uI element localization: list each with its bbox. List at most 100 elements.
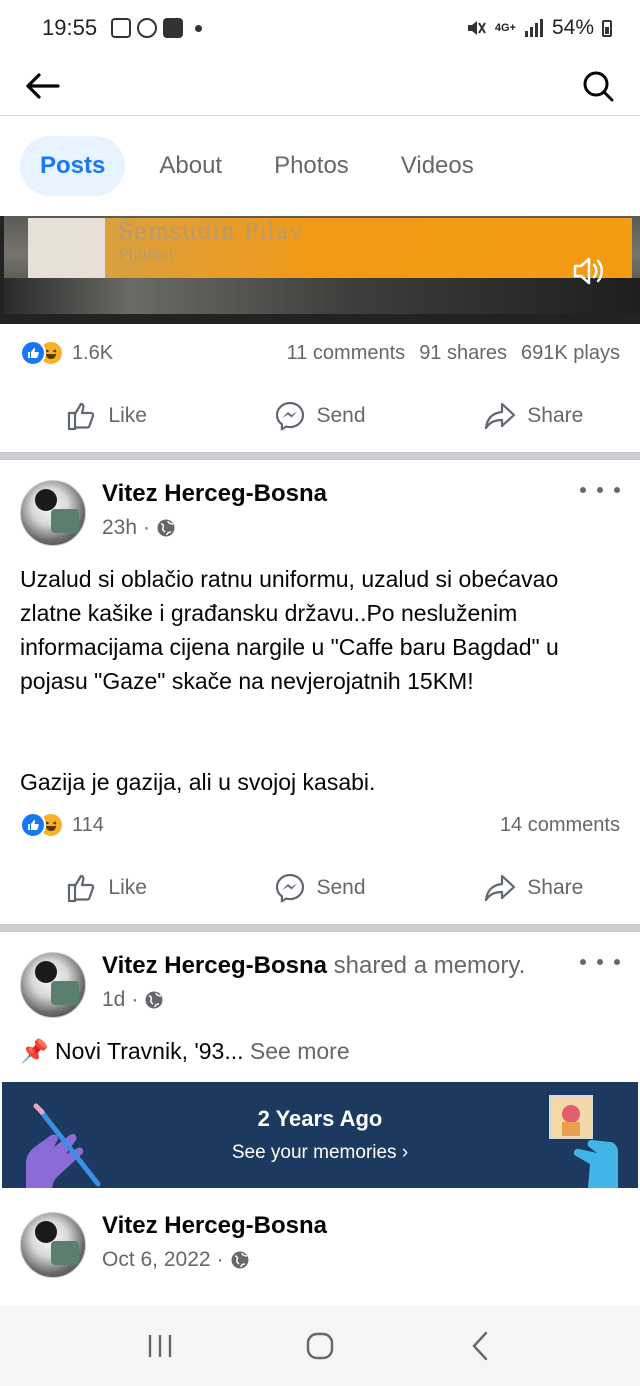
tab-videos[interactable]: Videos (375, 136, 500, 196)
send-button[interactable]: Send (213, 386, 426, 446)
search-icon (583, 71, 614, 102)
post-divider (0, 924, 640, 932)
avatar[interactable] (20, 480, 86, 546)
status-bar: 19:55 4G+ 54% (0, 0, 640, 56)
meta-separator: · (131, 988, 139, 1011)
globe-icon (231, 1251, 249, 1269)
avatar[interactable] (20, 1212, 86, 1278)
post-header: Vitez Herceg-Bosna 23h · (20, 480, 620, 550)
reaction-count: 1.6K (72, 341, 114, 364)
video-bottom (4, 278, 640, 314)
system-nav-bar (0, 1306, 640, 1386)
meta-separator: · (143, 516, 151, 539)
like-button[interactable]: Like (0, 386, 213, 446)
pushpin-icon: 📌 (20, 1038, 49, 1064)
post-author-line: Vitez Herceg-Bosna shared a memory. (102, 952, 525, 980)
home-button[interactable] (290, 1316, 350, 1376)
volume-icon[interactable] (572, 254, 608, 288)
like-label: Like (108, 404, 147, 427)
messenger-icon (276, 873, 305, 903)
send-label: Send (316, 876, 366, 899)
video-player[interactable]: Šemsudin Pilav Pljučici (0, 216, 640, 324)
top-bar (0, 56, 640, 116)
post-author[interactable]: Vitez Herceg-Bosna (102, 480, 327, 508)
reactions[interactable]: 114 (20, 812, 104, 838)
share-button[interactable]: Share (427, 858, 640, 918)
chevron-left-icon (472, 1331, 488, 1361)
send-label: Send (316, 404, 366, 427)
network-type: 4G+ (494, 22, 516, 34)
status-time: 19:55 (42, 15, 98, 40)
more-options-button[interactable] (580, 952, 620, 972)
post-time[interactable]: 23h (102, 516, 137, 540)
avatar[interactable] (20, 952, 86, 1018)
share-arrow-icon (485, 874, 516, 902)
thumbs-up-icon (68, 402, 95, 431)
arrow-left-icon (26, 73, 60, 99)
profile-tabs: Posts About Photos Videos (20, 136, 500, 196)
share-label: Share (527, 876, 584, 899)
post-date[interactable]: Oct 6, 2022 (102, 1248, 211, 1272)
post-divider (0, 452, 640, 460)
thumbs-up-icon (68, 874, 95, 903)
viber-icon (137, 18, 158, 38)
memory-title: 2 Years Ago (257, 1106, 383, 1131)
post-stats: 114 14 comments (0, 808, 640, 842)
comments-count[interactable]: 14 comments (500, 814, 620, 837)
battery-icon (602, 19, 612, 37)
comments-count[interactable]: 11 comments (287, 342, 406, 365)
messenger-icon (276, 401, 305, 431)
globe-icon (157, 519, 175, 537)
recent-apps-button[interactable] (130, 1316, 190, 1376)
reaction-count: 114 (72, 813, 104, 836)
see-more-link[interactable]: See more (244, 1038, 350, 1064)
tab-posts[interactable]: Posts (20, 136, 126, 196)
tab-photos[interactable]: Photos (248, 136, 375, 196)
meta-separator: · (216, 1248, 224, 1271)
post-body: 📌 Novi Travnik, '93... See more (20, 1034, 620, 1068)
like-reaction-icon (20, 340, 46, 366)
post-author[interactable]: Vitez Herceg-Bosna (102, 1212, 327, 1240)
signal-icon (524, 19, 543, 37)
post-time[interactable]: 1d (102, 988, 125, 1012)
video-subcaption: Pljučici (118, 246, 174, 264)
mute-icon (467, 21, 486, 35)
home-icon (306, 1332, 334, 1360)
post-header: Vitez Herceg-Bosna shared a memory. 1d · (20, 952, 620, 1022)
more-notifications-dot (195, 24, 203, 32)
plays-count: 691K plays (521, 341, 620, 364)
system-back-button[interactable] (450, 1316, 510, 1376)
like-button[interactable]: Like (0, 858, 213, 918)
see-memories-link[interactable]: See your memories › (2, 1142, 638, 1164)
post-meta: 23h · (102, 516, 176, 540)
reactions[interactable]: 1.6K (20, 340, 113, 366)
hand-photo-illustration (549, 1095, 618, 1188)
post-actions: Like Send Share (0, 858, 640, 918)
shares-count[interactable]: 91 shares (419, 342, 507, 365)
battery-percent: 54% (551, 16, 594, 39)
search-button[interactable] (576, 64, 620, 108)
video-post-stats: 1.6K 11 comments 91 shares 691K plays (0, 336, 640, 370)
share-label: Share (527, 404, 584, 427)
status-right: 4G+ 54% (465, 16, 612, 40)
post-meta: 1d · (102, 988, 164, 1012)
tab-about[interactable]: About (133, 136, 248, 196)
back-button[interactable] (20, 64, 64, 108)
more-options-button[interactable] (580, 480, 620, 500)
post-header: Vitez Herceg-Bosna Oct 6, 2022 · (20, 1212, 620, 1282)
share-button[interactable]: Share (427, 386, 640, 446)
engagement-counts: 14 comments (500, 814, 620, 837)
status-left: 19:55 (42, 15, 203, 41)
memories-banner[interactable]: 2 Years Ago See your memories › (2, 1082, 638, 1188)
post-text: Novi Travnik, '93... (55, 1038, 244, 1064)
like-label: Like (108, 876, 147, 899)
post-body-line2: Gazija je gazija, ali u svojoj kasabi. (20, 769, 376, 795)
send-button[interactable]: Send (213, 858, 426, 918)
like-reaction-icon (20, 812, 46, 838)
notification-icons (111, 18, 203, 38)
gallery-icon (111, 18, 132, 38)
post-author[interactable]: Vitez Herceg-Bosna (102, 952, 327, 979)
globe-icon (145, 991, 163, 1009)
checkbox-icon (163, 18, 184, 38)
video-caption: Šemsudin Pilav (118, 220, 304, 245)
